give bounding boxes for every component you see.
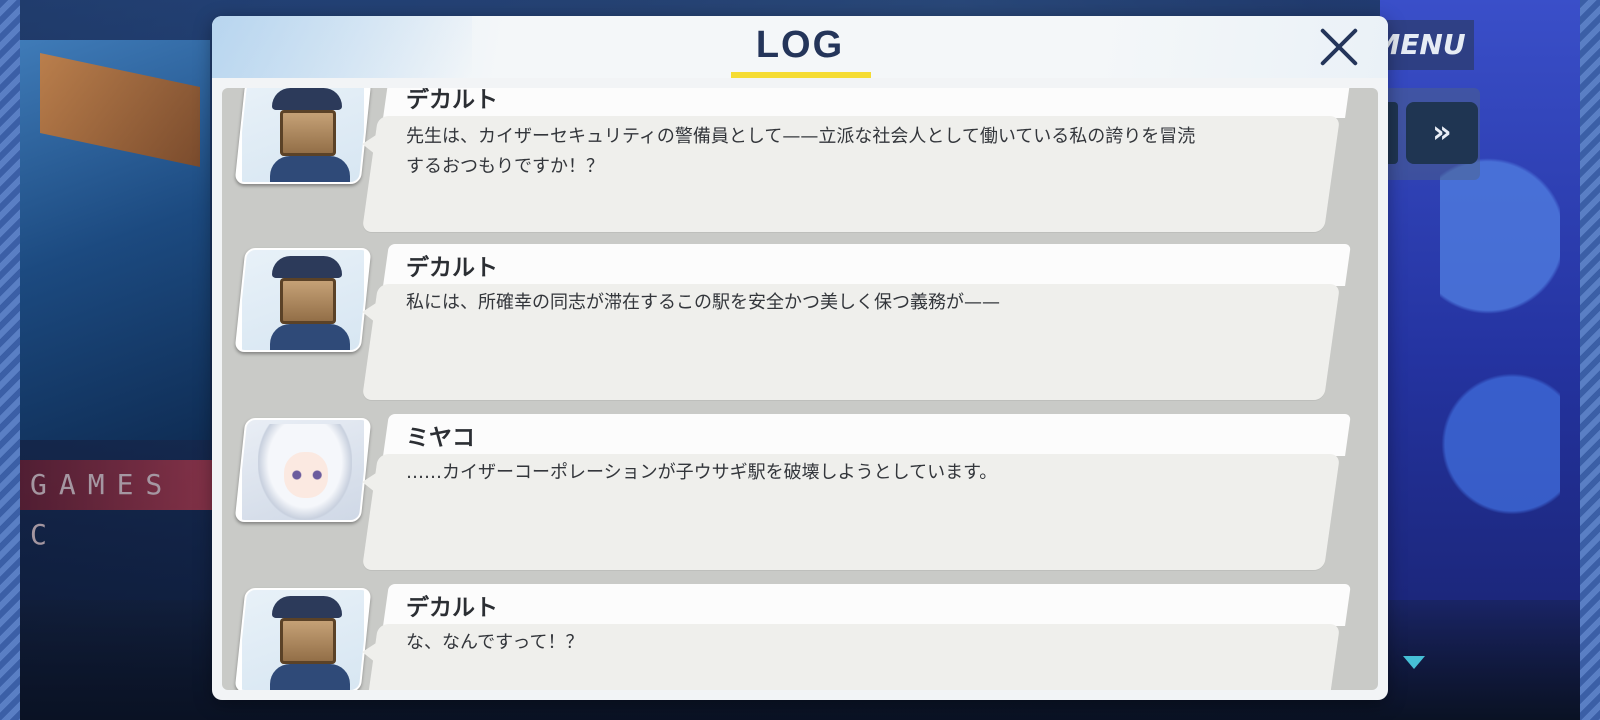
log-title: LOG (755, 24, 845, 66)
message-text: ……カイザーコーポレーションが子ウサギ駅を破壊しようとしています。 (406, 462, 998, 483)
background-sign: GAMES C (20, 460, 230, 551)
avatar-decalcomanie (234, 248, 372, 352)
log-panel: LOG デカルト 先生は、カイザーセキュリティの警備員として——立派な社会人とし… (212, 16, 1388, 700)
avatar-miyako (234, 418, 372, 522)
log-entry: デカルト な、なんですって！？ (222, 584, 1378, 690)
log-entry: ミヤコ ……カイザーコーポレーションが子ウサギ駅を破壊しようとしています。 (222, 414, 1378, 574)
fast-forward-button[interactable]: » (1406, 102, 1478, 164)
avatar-decalcomanie (234, 588, 372, 690)
speaker-name: デカルト (406, 88, 498, 113)
name-bar (383, 414, 1351, 456)
background-building-left (20, 40, 210, 440)
close-icon[interactable] (1316, 24, 1362, 70)
name-bar (383, 88, 1351, 118)
name-bar (383, 584, 1351, 626)
speaker-name: デカルト (406, 595, 498, 621)
right-edge-stripe (1580, 0, 1600, 720)
name-bar (383, 244, 1351, 286)
message-text: 先生は、カイザーセキュリティの警備員として——立派な社会人として働いている私の誇… (406, 126, 1196, 177)
log-header: LOG (212, 16, 1388, 78)
left-edge-stripe (0, 0, 20, 720)
next-indicator-icon (1403, 656, 1425, 669)
title-underline (731, 72, 871, 78)
log-list[interactable]: デカルト 先生は、カイザーセキュリティの警備員として——立派な社会人として働いて… (222, 88, 1378, 690)
avatar-decalcomanie (234, 88, 372, 184)
speaker-name: ミヤコ (406, 425, 475, 451)
log-entry: デカルト 先生は、カイザーセキュリティの警備員として——立派な社会人として働いて… (222, 88, 1378, 236)
log-entry: デカルト 私には、所確幸の同志が滞在するこの駅を安全かつ美しく保つ義務が—— (222, 244, 1378, 404)
message-text: 私には、所確幸の同志が滞在するこの駅を安全かつ美しく保つ義務が—— (406, 292, 1000, 313)
message-text: な、なんですって！？ (406, 632, 584, 653)
speaker-name: デカルト (406, 255, 498, 281)
